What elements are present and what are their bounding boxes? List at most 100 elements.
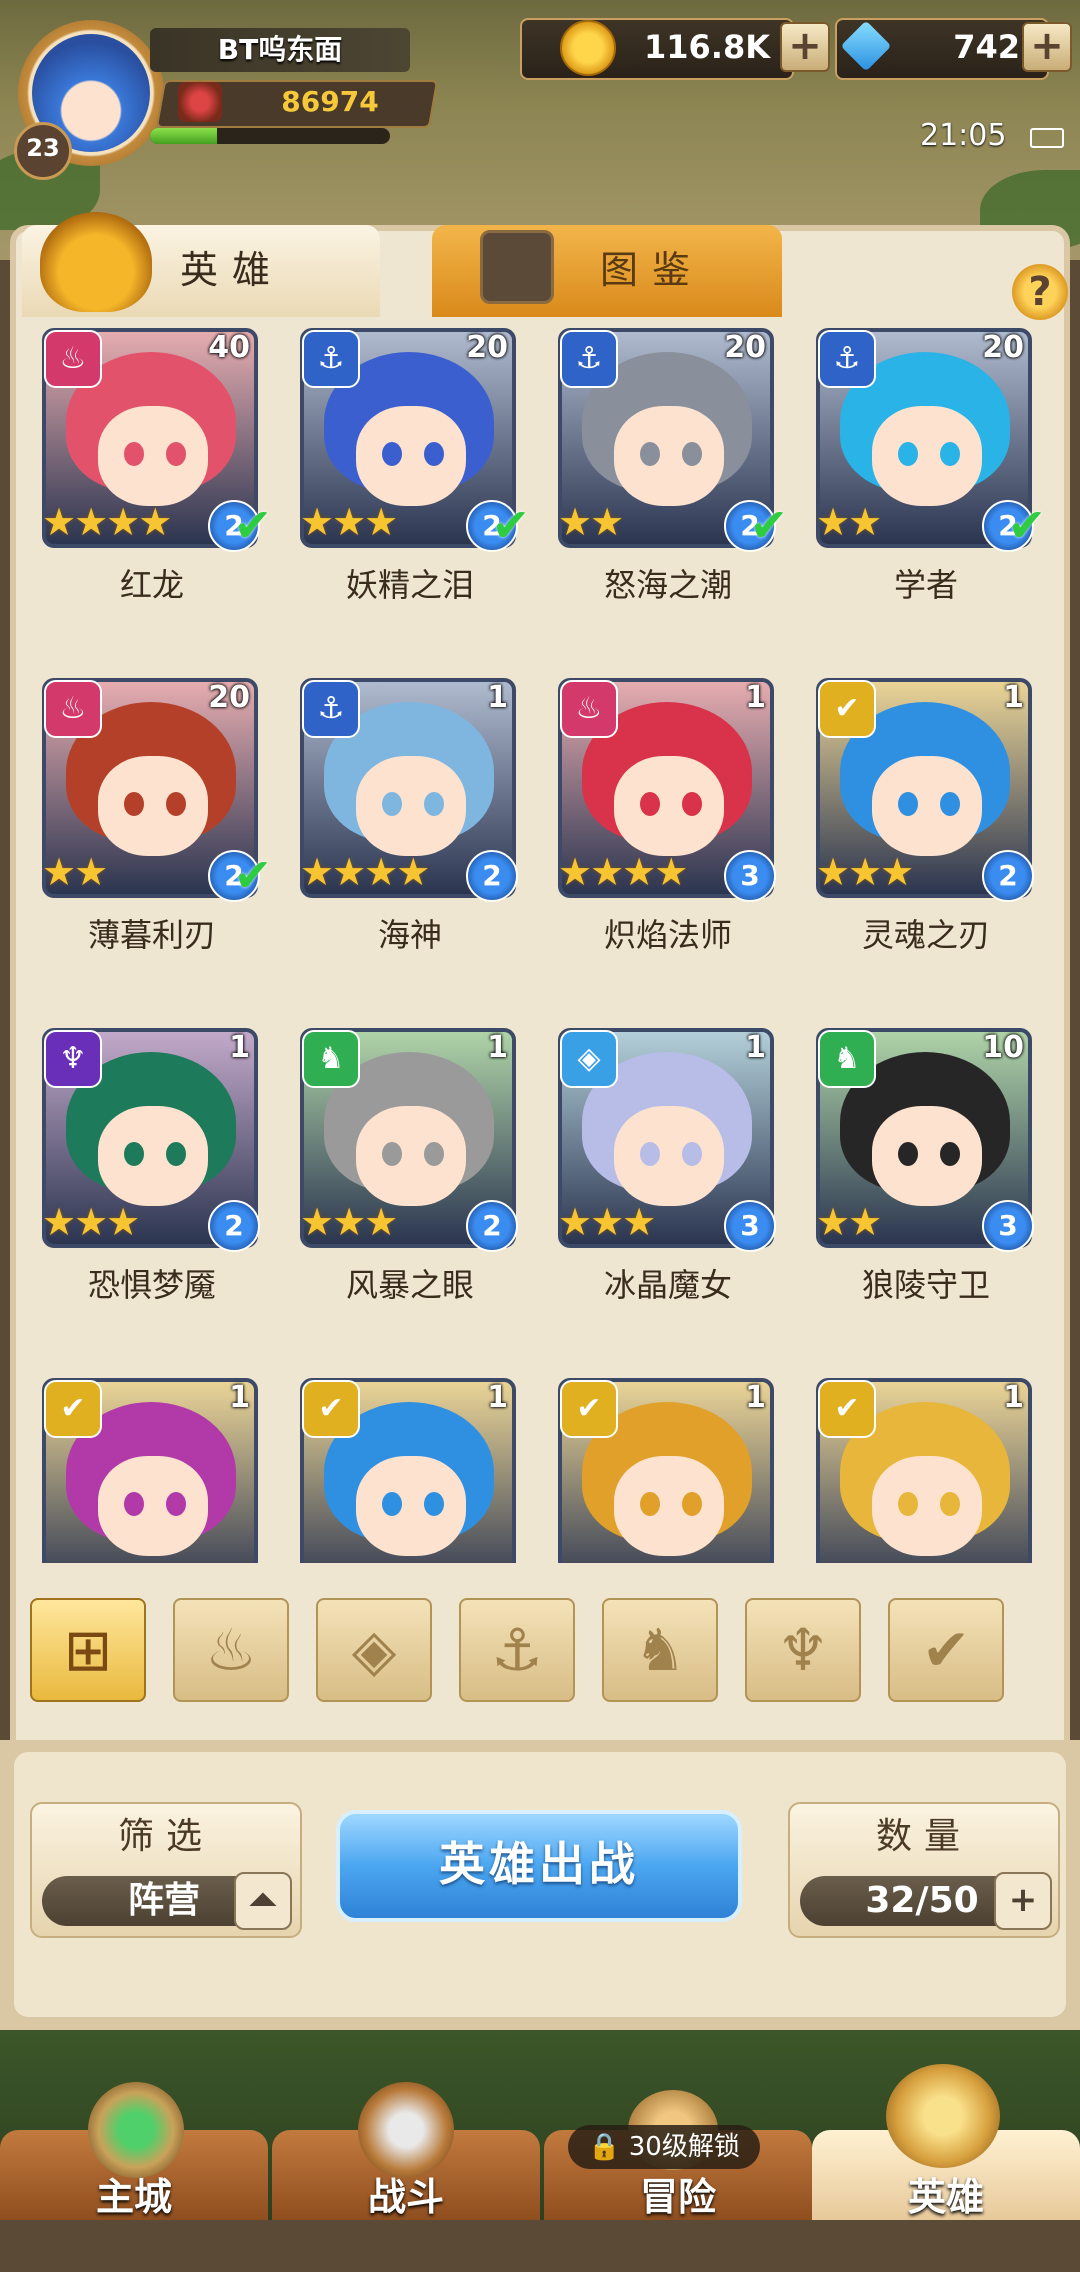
count-title: 数量 — [875, 1816, 972, 1857]
hero-eye — [424, 792, 444, 816]
hero-eye — [682, 792, 702, 816]
hero-face — [614, 406, 724, 506]
hero-face — [614, 756, 724, 856]
filter-anchor-icon[interactable]: ⚓ — [459, 1598, 575, 1702]
hero-eye — [898, 442, 918, 466]
hero-eye — [898, 1492, 918, 1516]
hero-name: 怒海之潮 — [603, 566, 732, 604]
expand-capacity-button[interactable]: + — [994, 1872, 1052, 1930]
faction-filter-bar: ⊞ ♨ ◈ ⚓ ♞ ♆ ✔ — [30, 1598, 1040, 1718]
exp-bar — [150, 128, 390, 144]
star-rating-icon: ★★★★ — [42, 500, 172, 544]
hero-level: 20 — [982, 330, 1024, 365]
star-rating-icon: ★★ — [816, 1200, 882, 1244]
hero-level: 20 — [724, 330, 766, 365]
combat-power-icon — [178, 82, 222, 122]
hero-level: 20 — [466, 330, 508, 365]
hero-eye — [640, 442, 660, 466]
faction-fire-icon: ♨ — [560, 680, 618, 738]
filter-toggle-button[interactable]: ⏶ — [234, 1872, 292, 1930]
hero-name: 海神 — [377, 916, 442, 954]
hero-grade-badge: 3 — [982, 1200, 1034, 1252]
star-rating-icon: ★★★ — [558, 1200, 656, 1244]
deployed-check-icon: ✔ — [233, 848, 272, 902]
hero-grade-badge: 2 — [466, 850, 518, 902]
hero-face — [872, 1106, 982, 1206]
filter-horns-icon[interactable]: ♆ — [745, 1598, 861, 1702]
hero-eye — [640, 1142, 660, 1166]
filter-grid-icon[interactable]: ⊞ — [30, 1598, 146, 1702]
faction-water-icon: ⚓ — [302, 330, 360, 388]
tab-heroes-label: 英雄 — [180, 248, 285, 292]
hero-eye — [124, 1492, 144, 1516]
hero-grade-badge: 2 — [208, 1200, 260, 1252]
hero-eye — [898, 792, 918, 816]
hero-face — [614, 1106, 724, 1206]
faction-light-icon: ✔ — [818, 1380, 876, 1438]
hero-face — [872, 756, 982, 856]
hero-eye — [898, 1142, 918, 1166]
hero-eye — [166, 792, 186, 816]
faction-light-icon: ✔ — [44, 1380, 102, 1438]
hero-level: 1 — [745, 1380, 766, 1415]
hero-level: 1 — [487, 1380, 508, 1415]
add-gems-button[interactable]: + — [1022, 22, 1072, 72]
faction-water-icon: ⚓ — [818, 330, 876, 388]
star-rating-icon: ★★★★ — [558, 850, 688, 894]
hero-face — [98, 1456, 208, 1556]
hero-face — [872, 1456, 982, 1556]
hero-eye — [940, 1142, 960, 1166]
help-button[interactable]: ? — [1012, 264, 1068, 320]
battery-icon — [1030, 128, 1064, 148]
faction-nature-icon: ♞ — [302, 1030, 360, 1088]
hero-eye — [124, 792, 144, 816]
hero-eye — [424, 1492, 444, 1516]
player-name: BT呜东面 — [217, 33, 343, 66]
deploy-heroes-button[interactable]: 英雄出战 — [336, 1810, 742, 1922]
faction-light-icon: ✔ — [302, 1380, 360, 1438]
gem-amount: 742 — [953, 28, 1020, 66]
hero-eye — [124, 442, 144, 466]
hero-eye — [124, 1142, 144, 1166]
faction-fire-icon: ♨ — [44, 680, 102, 738]
filter-beast-icon[interactable]: ♞ — [602, 1598, 718, 1702]
hero-name: 灵魂之刃 — [861, 916, 990, 954]
hero-level: 40 — [208, 330, 250, 365]
faction-nature-icon: ♞ — [818, 1030, 876, 1088]
star-rating-icon: ★★★★ — [300, 850, 430, 894]
hero-level: 1 — [745, 680, 766, 715]
star-rating-icon: ★★★ — [300, 1200, 398, 1244]
hero-name: 红龙 — [119, 566, 184, 604]
deployed-check-icon: ✔ — [233, 498, 272, 552]
hero-eye — [382, 1142, 402, 1166]
hero-eye — [424, 1142, 444, 1166]
filter-title: 筛选 — [117, 1816, 214, 1857]
filter-wings-icon[interactable]: ✔ — [888, 1598, 1004, 1702]
filter-flame-icon[interactable]: ♨ — [173, 1598, 289, 1702]
star-rating-icon: ★★★ — [816, 850, 914, 894]
deployed-check-icon: ✔ — [1007, 498, 1046, 552]
filter-diamond-icon[interactable]: ◈ — [316, 1598, 432, 1702]
hero-level: 1 — [487, 680, 508, 715]
hero-face — [98, 756, 208, 856]
add-gold-button[interactable]: + — [780, 22, 830, 72]
hero-grade-badge: 2 — [982, 850, 1034, 902]
nav-label-main-city: 主城 — [95, 2175, 172, 2219]
nav-label-battle: 战斗 — [367, 2175, 444, 2219]
star-rating-icon: ★★ — [816, 500, 882, 544]
magnifier-icon — [480, 230, 554, 304]
hero-eye — [940, 1492, 960, 1516]
faction-fire-icon: ♨ — [44, 330, 102, 388]
hero-face — [356, 406, 466, 506]
deployed-check-icon: ✔ — [749, 498, 788, 552]
hero-eye — [640, 792, 660, 816]
faction-light-icon: ✔ — [560, 1380, 618, 1438]
hero-name: 学者 — [893, 566, 958, 604]
faction-water-icon: ⚓ — [302, 680, 360, 738]
hero-eye — [682, 1492, 702, 1516]
gold-coin-icon — [560, 20, 616, 76]
hero-name: 薄暮利刃 — [87, 916, 216, 954]
hero-face — [356, 756, 466, 856]
star-rating-icon: ★★★ — [42, 1200, 140, 1244]
clock: 21:05 — [920, 118, 1007, 153]
